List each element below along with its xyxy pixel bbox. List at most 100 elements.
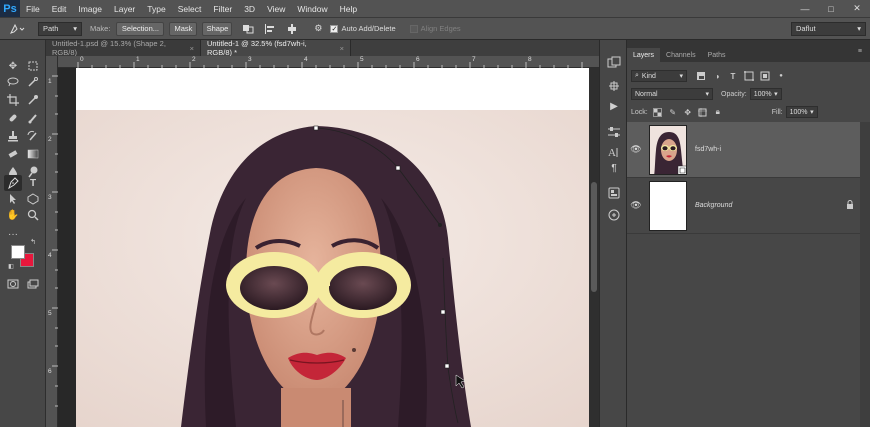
- menu-type[interactable]: Type: [141, 4, 171, 14]
- filter-adjustment-icon[interactable]: ◑: [711, 70, 723, 82]
- properties-icon[interactable]: [605, 78, 623, 94]
- move-tool-icon[interactable]: ✥: [4, 58, 22, 74]
- paragraph-icon[interactable]: ¶: [605, 160, 623, 176]
- lock-transparent-icon[interactable]: [652, 106, 664, 118]
- menu-layer[interactable]: Layer: [108, 4, 141, 14]
- pen-tool-icon[interactable]: [4, 175, 22, 191]
- filter-smart-object-icon[interactable]: [759, 70, 771, 82]
- vertical-ruler[interactable]: 1 2 3 4 5 6: [46, 56, 58, 427]
- minimize-button[interactable]: —: [792, 0, 818, 17]
- selection-button[interactable]: Selection...: [116, 21, 165, 36]
- zoom-tool-icon[interactable]: [24, 207, 42, 223]
- menu-filter[interactable]: Filter: [207, 4, 238, 14]
- anchor-point[interactable]: [313, 125, 319, 131]
- path-operations-icon[interactable]: [240, 22, 256, 36]
- path-arrangement-icon[interactable]: [284, 22, 300, 36]
- anchor-point[interactable]: [440, 309, 446, 315]
- tab-document-2[interactable]: Untitled-1 @ 32.5% (fsd7wh-i, RGB/8) * ×: [201, 39, 351, 57]
- eraser-tool-icon[interactable]: [4, 146, 22, 162]
- tab-document-1[interactable]: Untitled-1.psd @ 15.3% (Shape 2, RGB/8) …: [46, 39, 201, 57]
- layer-name[interactable]: Background: [695, 202, 732, 209]
- menu-window[interactable]: Window: [291, 4, 333, 14]
- hand-tool-icon[interactable]: ✋: [4, 207, 22, 223]
- blend-mode-select[interactable]: Normal ▾: [631, 88, 713, 100]
- tab-layers[interactable]: Layers: [627, 48, 661, 62]
- pen-path-overlay[interactable]: [76, 68, 589, 427]
- opacity-input[interactable]: 100% ▾: [749, 88, 782, 100]
- tab-channels[interactable]: Channels: [660, 48, 702, 62]
- menu-edit[interactable]: Edit: [46, 4, 73, 14]
- ellipse-tool-icon[interactable]: [24, 191, 42, 207]
- shape-button[interactable]: Shape: [202, 21, 233, 36]
- gear-icon[interactable]: ⚙: [310, 22, 326, 36]
- swap-colors-icon[interactable]: ↰: [28, 237, 38, 247]
- brush-tool-icon[interactable]: [24, 110, 42, 126]
- path-alignment-icon[interactable]: [262, 22, 278, 36]
- crop-tool-icon[interactable]: [4, 92, 22, 108]
- horizontal-ruler[interactable]: 0 1 2 3 4 5 6 7 8: [58, 56, 599, 68]
- layers-scrollbar[interactable]: [860, 122, 870, 427]
- quick-selection-tool-icon[interactable]: [24, 74, 42, 90]
- marquee-tool-icon[interactable]: [24, 58, 42, 74]
- mask-button[interactable]: Mask: [169, 21, 198, 36]
- layer-row-fsd7wh-i[interactable]: 👁︎ fsd7wh-i: [627, 122, 860, 178]
- filter-type-icon[interactable]: T: [727, 70, 739, 82]
- close-tab-icon[interactable]: ×: [340, 44, 344, 53]
- tab-paths[interactable]: Paths: [702, 48, 732, 62]
- anchor-point[interactable]: [444, 363, 450, 369]
- filter-toggle-icon[interactable]: ●: [775, 70, 787, 82]
- menu-select[interactable]: Select: [172, 4, 208, 14]
- filter-shape-icon[interactable]: [743, 70, 755, 82]
- lasso-tool-icon[interactable]: [4, 74, 22, 90]
- history-brush-tool-icon[interactable]: [24, 128, 42, 144]
- glyphs-icon[interactable]: [605, 207, 623, 223]
- clone-stamp-tool-icon[interactable]: [4, 128, 22, 144]
- menu-help[interactable]: Help: [334, 4, 363, 14]
- gradient-tool-icon[interactable]: [24, 146, 42, 162]
- menu-view[interactable]: View: [261, 4, 291, 14]
- eyedropper-tool-icon[interactable]: [24, 92, 42, 108]
- history-icon[interactable]: [605, 55, 623, 71]
- lock-all-icon[interactable]: 🔒︎: [712, 106, 724, 118]
- lock-image-icon[interactable]: ✎: [667, 106, 679, 118]
- kind-filter-select[interactable]: ⌕ Kind ▾: [631, 70, 687, 82]
- default-colors-icon[interactable]: ◧: [6, 261, 16, 271]
- path-selection-tool-icon[interactable]: [4, 191, 22, 207]
- lock-position-icon[interactable]: ✥: [682, 106, 694, 118]
- filter-pixel-icon[interactable]: [695, 70, 707, 82]
- workspace-select[interactable]: Daflut ▾: [791, 21, 866, 36]
- lock-icon[interactable]: [846, 200, 854, 211]
- lock-artboard-icon[interactable]: [697, 106, 709, 118]
- maximize-button[interactable]: □: [818, 0, 844, 17]
- menu-file[interactable]: File: [20, 4, 46, 14]
- menu-image[interactable]: Image: [72, 4, 108, 14]
- layer-row-background[interactable]: 👁︎ Background: [627, 178, 860, 234]
- document-canvas[interactable]: [76, 68, 589, 427]
- layer-name[interactable]: fsd7wh-i: [695, 146, 721, 153]
- eye-icon[interactable]: 👁︎: [627, 144, 645, 155]
- panel-menu-icon[interactable]: ≡: [858, 48, 862, 55]
- fill-input[interactable]: 100% ▾: [785, 106, 818, 118]
- close-button[interactable]: ✕: [844, 0, 870, 17]
- character-icon[interactable]: A: [605, 144, 623, 160]
- healing-brush-tool-icon[interactable]: [4, 110, 22, 126]
- canvas-vertical-scrollbar[interactable]: [589, 68, 599, 427]
- align-edges-checkbox[interactable]: Align Edges: [409, 24, 461, 33]
- direction-handle[interactable]: [438, 223, 442, 227]
- quick-mask-icon[interactable]: [4, 276, 22, 292]
- actions-play-icon[interactable]: ▶: [605, 98, 623, 114]
- scrollbar-thumb[interactable]: [591, 182, 597, 292]
- more-tools-icon[interactable]: ···: [4, 226, 22, 242]
- menu-3d[interactable]: 3D: [238, 4, 261, 14]
- libraries-icon[interactable]: [605, 185, 623, 201]
- eye-icon[interactable]: 👁︎: [627, 200, 645, 211]
- type-tool-icon[interactable]: T: [24, 175, 42, 191]
- pen-tool-preset-icon[interactable]: [6, 23, 28, 35]
- pen-mode-select[interactable]: Path ▾: [38, 21, 82, 36]
- canvas-area[interactable]: [58, 68, 589, 427]
- close-tab-icon[interactable]: ×: [190, 44, 194, 53]
- auto-add-delete-checkbox[interactable]: ✓ Auto Add/Delete: [330, 24, 396, 33]
- anchor-point[interactable]: [395, 165, 401, 171]
- screen-mode-icon[interactable]: [24, 276, 42, 292]
- foreground-color-swatch[interactable]: [11, 245, 25, 259]
